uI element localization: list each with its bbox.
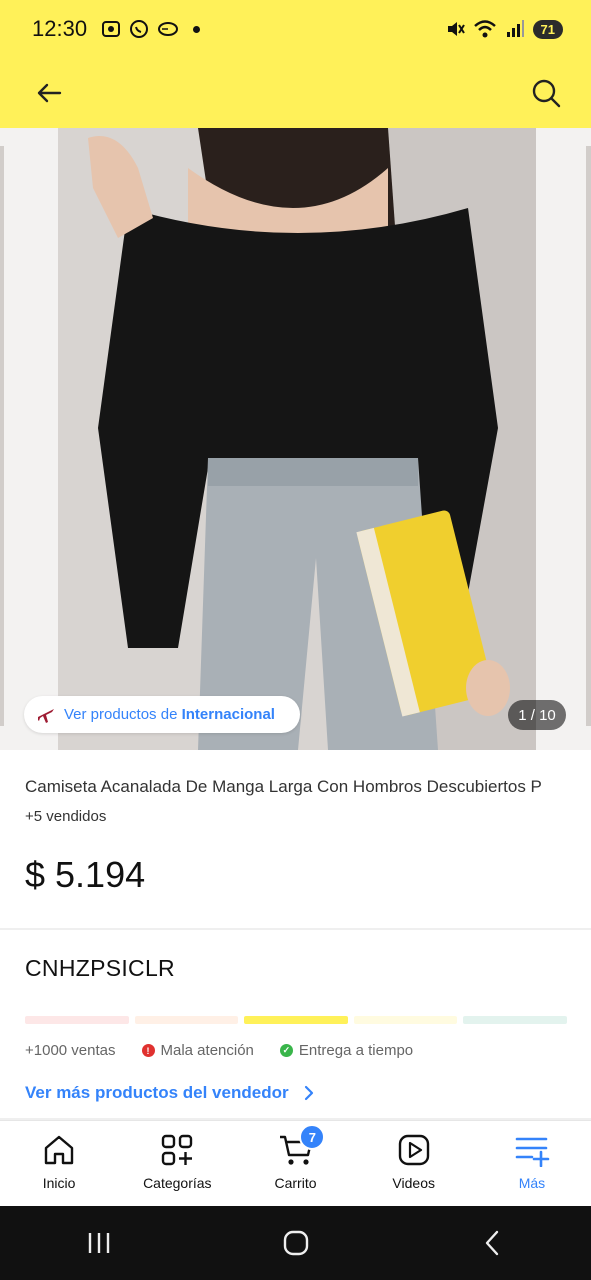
categories-icon xyxy=(162,1134,193,1166)
recent-apps-icon[interactable] xyxy=(84,1228,114,1258)
screen-record-icon xyxy=(102,21,121,37)
attention-stat: ! Mala atención xyxy=(141,1042,254,1059)
search-icon[interactable] xyxy=(531,78,561,108)
previous-image-edge xyxy=(0,146,4,726)
nav-item-videos[interactable]: Videos xyxy=(355,1121,473,1206)
section-divider xyxy=(0,928,591,930)
home-icon xyxy=(44,1135,74,1165)
reputation-segment xyxy=(134,1016,239,1024)
status-right-icons: 71 xyxy=(445,19,563,39)
next-image-edge xyxy=(586,146,591,726)
nav-label: Más xyxy=(518,1175,546,1191)
menu-plus-icon xyxy=(515,1137,550,1167)
sales-stat: +1000 ventas xyxy=(25,1042,116,1059)
status-time: 12:30 xyxy=(32,16,88,41)
chevron-right-icon xyxy=(304,1085,313,1101)
international-products-pill[interactable]: Ver productos de Internacional xyxy=(24,696,300,733)
reputation-segment-active xyxy=(244,1016,348,1024)
nav-item-inicio[interactable]: Inicio xyxy=(0,1121,118,1206)
signal-icon xyxy=(506,20,524,37)
nav-label: Inicio xyxy=(42,1175,76,1191)
bottom-navigation: Inicio Categorías 7 Carrito Videos Más xyxy=(0,1120,591,1206)
airplane-icon xyxy=(38,708,54,723)
international-pill-text: Ver productos de Internacional xyxy=(64,706,275,723)
status-left-icons xyxy=(101,19,201,39)
nav-label: Carrito xyxy=(274,1175,317,1191)
reputation-segment xyxy=(25,1016,129,1024)
product-photo[interactable] xyxy=(58,128,536,750)
arrow-left-icon[interactable] xyxy=(34,78,64,108)
play-icon xyxy=(398,1134,429,1166)
image-counter: 1 / 10 xyxy=(508,700,566,730)
check-icon: ✓ xyxy=(279,1044,293,1057)
sold-count: +5 vendidos xyxy=(25,808,107,825)
wifi-icon xyxy=(473,20,496,38)
product-title: Camiseta Acanalada De Manga Larga Con Ho… xyxy=(25,777,542,796)
nav-item-mas[interactable]: Más xyxy=(473,1121,591,1206)
product-price: $ 5.194 xyxy=(25,854,146,895)
product-image-gallery[interactable] xyxy=(0,128,591,750)
whatsapp-icon xyxy=(130,20,149,38)
battery-indicator: 71 xyxy=(532,19,563,39)
reputation-thermometer xyxy=(25,1016,567,1024)
seller-stats: +1000 ventas ! Mala atención ✓ Entrega a… xyxy=(25,1042,413,1059)
system-navigation-bar xyxy=(0,1206,591,1280)
nav-label: Categorías xyxy=(143,1175,212,1191)
nav-label: Videos xyxy=(392,1175,435,1191)
app-bar xyxy=(0,58,591,128)
nav-item-categorias[interactable]: Categorías xyxy=(118,1121,236,1206)
notification-dot xyxy=(193,25,201,33)
mute-icon xyxy=(447,22,465,36)
warning-icon: ! xyxy=(141,1044,155,1057)
seller-name: CNHZPSICLR xyxy=(25,955,175,981)
game-icon xyxy=(158,22,179,36)
product-photo-illustration xyxy=(58,128,536,750)
reputation-segment xyxy=(463,1016,567,1024)
home-button-icon[interactable] xyxy=(281,1228,311,1258)
cart-badge: 7 xyxy=(299,1124,326,1150)
reputation-segment xyxy=(353,1016,458,1024)
delivery-stat: ✓ Entrega a tiempo xyxy=(279,1042,413,1059)
back-button-icon[interactable] xyxy=(478,1228,508,1258)
status-bar: 12:30 71 xyxy=(0,0,591,58)
more-seller-products-link[interactable]: Ver más productos del vendedor xyxy=(25,1083,315,1103)
nav-item-carrito[interactable]: 7 Carrito xyxy=(236,1121,354,1206)
